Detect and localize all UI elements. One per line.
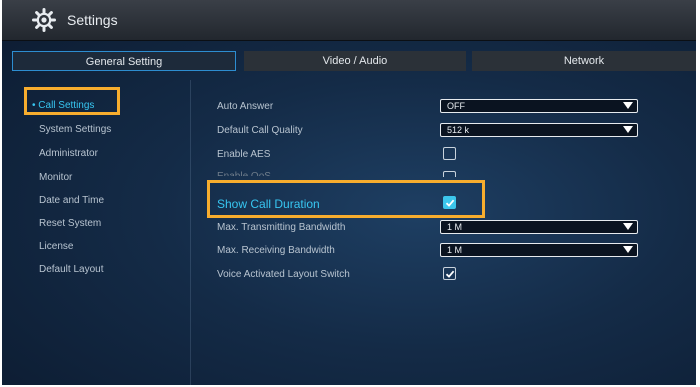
sidebar-item-license[interactable]: License (39, 240, 73, 254)
highlight-box-call-settings (24, 87, 120, 115)
title-bar: Settings (2, 0, 696, 41)
tab-video-audio[interactable]: Video / Audio (244, 51, 466, 71)
max-tx-bandwidth-select[interactable]: 1 M (440, 220, 638, 234)
voice-activated-layout-switch-checkbox[interactable] (443, 267, 456, 280)
enable-aes-checkbox[interactable] (443, 147, 456, 160)
tab-bar: General Setting Video / Audio Network (12, 51, 696, 71)
dropdown-arrow-icon (623, 246, 633, 253)
dropdown-arrow-icon (623, 102, 633, 109)
enable-qos-checkbox[interactable] (443, 171, 456, 177)
sidebar-item-date-and-time[interactable]: Date and Time (39, 194, 104, 208)
sidebar-item-system-settings[interactable]: System Settings (39, 123, 111, 137)
select-value: 1 M (447, 245, 463, 255)
gear-icon (32, 8, 56, 32)
select-value: 1 M (447, 222, 463, 232)
sidebar-item-administrator[interactable]: Administrator (39, 147, 98, 161)
voice-activated-layout-switch-label: Voice Activated Layout Switch (217, 269, 350, 280)
sidebar: • Call Settings System Settings Administ… (2, 80, 187, 385)
default-call-quality-label: Default Call Quality (217, 125, 303, 136)
divider (190, 80, 191, 385)
tab-general-setting[interactable]: General Setting (12, 51, 236, 71)
default-call-quality-select[interactable]: 512 k (440, 123, 638, 137)
page-title: Settings (67, 12, 118, 28)
sidebar-item-reset-system[interactable]: Reset System (39, 217, 101, 231)
enable-qos-label: Enable QoS (217, 168, 271, 176)
dropdown-arrow-icon (623, 126, 633, 133)
max-tx-bandwidth-label: Max. Transmitting Bandwidth (217, 222, 346, 233)
sidebar-item-default-layout[interactable]: Default Layout (39, 263, 104, 277)
auto-answer-label: Auto Answer (217, 101, 274, 112)
checkmark-icon (445, 270, 455, 278)
enable-aes-label: Enable AES (217, 149, 271, 160)
tab-network[interactable]: Network (472, 51, 696, 71)
auto-answer-select[interactable]: OFF (440, 99, 638, 113)
select-value: 512 k (447, 125, 470, 135)
max-rx-bandwidth-label: Max. Receiving Bandwidth (217, 245, 335, 256)
dropdown-arrow-icon (623, 223, 633, 230)
settings-screen: Settings General Setting Video / Audio N… (2, 0, 696, 385)
highlight-box-show-call-duration (207, 180, 485, 218)
sidebar-item-monitor[interactable]: Monitor (39, 171, 72, 185)
select-value: OFF (447, 101, 465, 111)
max-rx-bandwidth-select[interactable]: 1 M (440, 243, 638, 257)
